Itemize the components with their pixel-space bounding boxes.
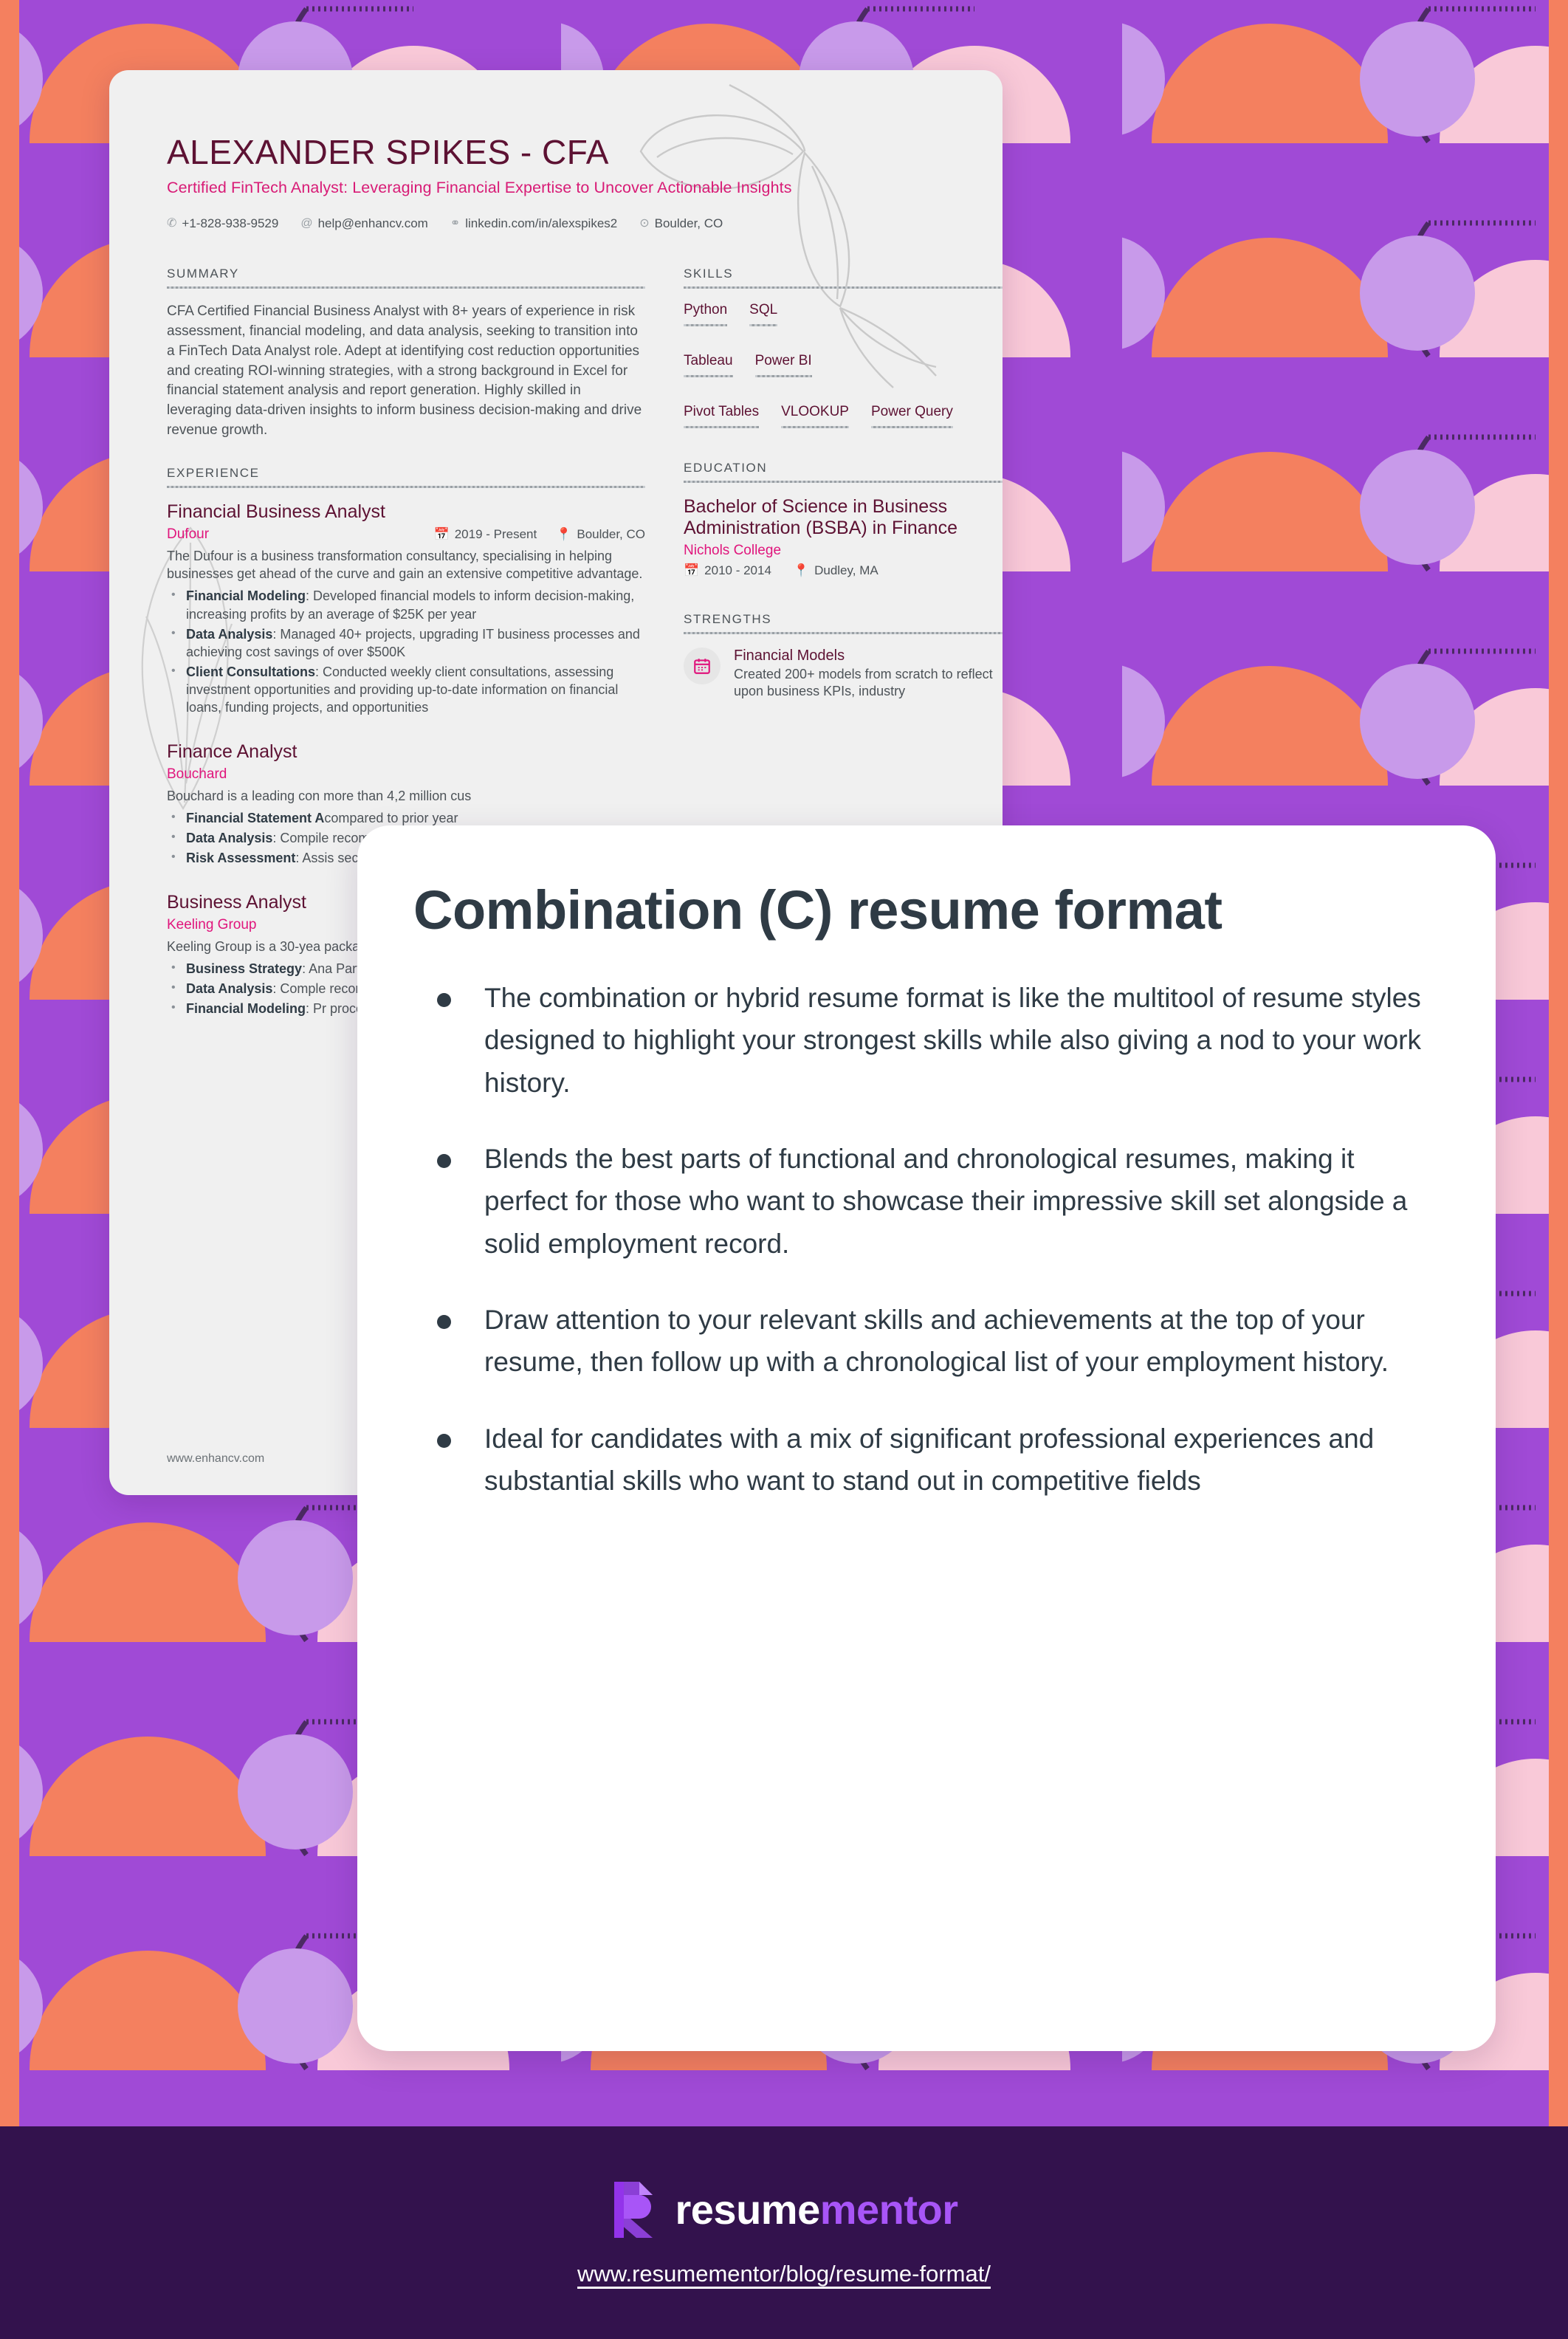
experience-location-text: Boulder, CO	[577, 526, 645, 541]
resume-candidate-name: ALEXANDER SPIKES - CFA	[167, 133, 609, 171]
contact-linkedin: ⚭ linkedin.com/in/alexspikes2	[450, 216, 617, 231]
info-card: Combination (C) resume format The combin…	[357, 825, 1496, 2051]
experience-bullet: Financial Modeling: Developed financial …	[171, 587, 645, 622]
bullet-label: Client Consultations	[186, 664, 315, 679]
strength-description: Created 200+ models from scratch to refl…	[734, 666, 993, 699]
summary-section-title: SUMMARY	[167, 266, 239, 281]
summary-text: CFA Certified Financial Business Analyst…	[167, 303, 642, 439]
skill-tag: Pivot Tables	[684, 403, 760, 428]
page-footer: resumementor www.resumementor/blog/resum…	[0, 2126, 1568, 2339]
link-icon: ⚭	[450, 216, 461, 230]
education-section-title: EDUCATION	[684, 460, 768, 475]
info-card-bullet: Draw attention to your relevant skills a…	[413, 1299, 1440, 1384]
skills-row: Tableau Power BI	[684, 352, 1003, 377]
strength-item: Financial Models Created 200+ models fro…	[684, 647, 1003, 701]
strength-name: Financial Models	[734, 647, 845, 664]
experience-company: Bouchard	[167, 766, 227, 782]
bullet-text: compared to prior year	[324, 811, 458, 826]
resume-watermark: www.enhancv.com	[167, 1452, 265, 1465]
experience-section-title: EXPERIENCE	[167, 466, 260, 481]
footer-url-link[interactable]: www.resumementor/blog/resume-format/	[577, 2261, 991, 2287]
section-divider	[684, 480, 1003, 483]
education-location-text: Dudley, MA	[814, 563, 878, 577]
calendar-icon: 📅	[433, 526, 450, 541]
phone-icon: ✆	[167, 216, 177, 230]
bullet-label: Data Analysis	[186, 981, 273, 997]
bullet-label: Financial Statement A	[186, 811, 325, 826]
skills-section-title: SKILLS	[684, 266, 734, 281]
strengths-section-title: STRENGTHS	[684, 611, 772, 626]
experience-description: The Dufour is a business transformation …	[167, 548, 643, 582]
bullet-label: Data Analysis	[186, 626, 273, 642]
education-dates-text: 2010 - 2014	[704, 563, 771, 577]
strengths-section: STRENGTHS Financial Models Created 200+ …	[684, 612, 1003, 701]
info-card-title: Combination (C) resume format	[413, 879, 1223, 941]
bullet-label: Financial Modeling	[186, 1001, 306, 1017]
info-card-bullet: The combination or hybrid resume format …	[413, 977, 1440, 1104]
experience-dates: 📅 2019 - Present	[434, 527, 537, 542]
experience-location: 📍 Boulder, CO	[556, 527, 645, 542]
calendar-icon: 📅	[684, 563, 700, 577]
brand-word-mentor: mentor	[819, 2186, 958, 2233]
brand-word-resume: resume	[675, 2186, 820, 2233]
skill-tag: Power Query	[870, 403, 953, 428]
education-section: EDUCATION Bachelor of Science in Busines…	[684, 461, 1003, 578]
skills-row: Pivot Tables VLOOKUP Power Query	[684, 403, 1003, 428]
resume-contact-row: ✆ +1-828-938-9529 @ help@enhancv.com ⚭ l…	[167, 216, 945, 231]
experience-bullets: Financial Modeling: Developed financial …	[167, 587, 645, 716]
summary-section: SUMMARY CFA Certified Financial Business…	[167, 267, 645, 442]
experience-description: Bouchard is a leading con more than 4,2 …	[167, 788, 472, 803]
email-icon: @	[300, 216, 313, 230]
education-school: Nichols College	[684, 542, 782, 558]
experience-company: Keeling Group	[167, 916, 257, 932]
experience-company: Dufour	[167, 526, 210, 542]
skills-section: SKILLS Python SQL Tableau Power BI Pivot…	[684, 267, 1003, 428]
contact-location-text: Boulder, CO	[654, 216, 723, 230]
contact-email-text: help@enhancv.com	[317, 216, 428, 230]
skill-tag: Tableau	[684, 352, 733, 377]
bullet-label: Risk Assessment	[186, 851, 296, 866]
experience-entry: Financial Business Analyst Dufour 📅 2019…	[167, 501, 645, 716]
section-divider	[167, 486, 645, 489]
education-entry: Bachelor of Science in Business Administ…	[684, 496, 1003, 578]
location-icon: ⊙	[639, 216, 650, 230]
bullet-label: Data Analysis	[186, 831, 273, 846]
skills-row: Python SQL	[684, 301, 1003, 326]
calendar-icon	[684, 647, 721, 684]
bullet-label: Financial Modeling	[186, 588, 306, 604]
skill-tag: SQL	[749, 301, 778, 326]
info-card-bullet-list: The combination or hybrid resume format …	[413, 977, 1440, 1502]
contact-linkedin-text: linkedin.com/in/alexspikes2	[465, 216, 618, 230]
experience-job-title: Finance Analyst	[167, 741, 298, 763]
brand-lockup[interactable]: resumementor	[610, 2179, 958, 2242]
section-divider	[684, 631, 1003, 634]
education-location: 📍 Dudley, MA	[794, 563, 878, 578]
section-divider	[167, 286, 645, 289]
contact-email: @ help@enhancv.com	[300, 216, 428, 231]
location-pin-icon: 📍	[556, 526, 572, 541]
experience-bullet: Financial Statement Acompared to prior y…	[171, 809, 645, 827]
education-degree: Bachelor of Science in Business Administ…	[684, 495, 957, 539]
resume-headline: Certified FinTech Analyst: Leveraging Fi…	[167, 178, 792, 196]
experience-bullet: Data Analysis: Managed 40+ projects, upg…	[171, 625, 645, 661]
section-divider	[684, 286, 1003, 289]
skill-tag: Power BI	[754, 352, 812, 377]
resumementor-logo-icon	[610, 2179, 659, 2242]
location-pin-icon: 📍	[793, 563, 810, 577]
info-card-bullet: Ideal for candidates with a mix of signi…	[413, 1418, 1440, 1502]
education-dates: 📅 2010 - 2014	[684, 563, 771, 578]
experience-dates-text: 2019 - Present	[454, 526, 537, 541]
info-card-bullet: Blends the best parts of functional and …	[413, 1138, 1440, 1265]
contact-phone-text: +1-828-938-9529	[182, 216, 279, 230]
skill-tag: Python	[684, 301, 728, 326]
bullet-label: Business Strategy	[186, 961, 303, 977]
brand-wordmark: resumementor	[675, 2186, 958, 2233]
contact-phone: ✆ +1-828-938-9529	[167, 216, 278, 231]
contact-location: ⊙ Boulder, CO	[639, 216, 723, 231]
experience-job-title: Financial Business Analyst	[167, 501, 385, 523]
experience-bullet: Client Consultations: Conducted weekly c…	[171, 663, 645, 716]
skill-tag: VLOOKUP	[781, 403, 849, 428]
